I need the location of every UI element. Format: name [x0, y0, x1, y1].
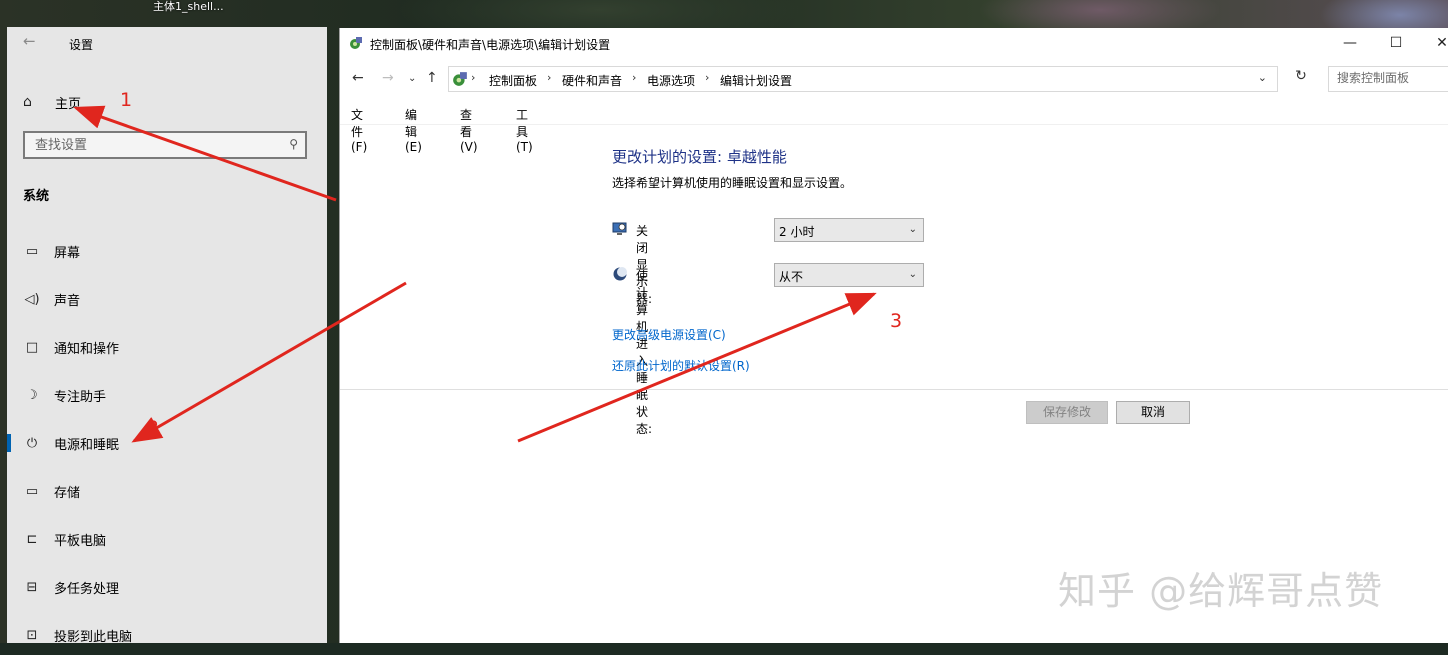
section-heading: 系统: [23, 189, 50, 204]
project-icon: ⊡: [26, 627, 38, 643]
sidebar-item-label: 平板电脑: [54, 533, 107, 549]
address-bar[interactable]: › 控制面板 › 硬件和声音 › 电源选项 › 编辑计划设置 ⌄: [448, 66, 1278, 92]
sidebar-item-tablet[interactable]: ⊏ 平板电脑: [7, 519, 327, 559]
multitask-icon: ⊟: [26, 579, 38, 595]
sidebar-item-notifications[interactable]: □ 通知和操作: [7, 327, 327, 367]
watermark: 知乎 @给辉哥点赞: [1058, 569, 1384, 613]
sleep-label: 使计算机进入睡眠状态:: [636, 269, 653, 436]
plan-description: 选择希望计算机使用的睡眠设置和显示设置。: [612, 176, 853, 190]
address-row: ← → ⌄ ↑ › 控制面板 › 硬件和声音 › 电源选项 › 编辑计划设置 ⌄…: [340, 64, 1448, 94]
settings-titlebar: ← 设置: [7, 27, 327, 59]
refresh-icon[interactable]: ↻: [1288, 68, 1314, 90]
display-off-dropdown[interactable]: 2 小时 ⌄: [774, 218, 924, 242]
sidebar-item-focus-assist[interactable]: ☽ 专注助手: [7, 375, 327, 415]
sidebar-item-label: 多任务处理: [54, 581, 120, 597]
home-icon: ⌂: [23, 94, 32, 110]
control-panel-titlebar: 控制面板\硬件和声音\电源选项\编辑计划设置 — ☐ ✕: [340, 28, 1448, 58]
menu-edit[interactable]: 编辑(E): [405, 106, 422, 154]
chevron-right-icon: ›: [632, 71, 637, 84]
annotation-step-3: 3: [890, 310, 903, 332]
tablet-icon: ⊏: [26, 531, 38, 547]
settings-window: ← 设置 ⌂ 主页 ⚲ 系统 ▭ 屏幕 ◁) 声音 □ 通知和操作 ☽ 专注助手…: [7, 27, 327, 645]
chevron-right-icon: ›: [471, 71, 476, 84]
display-off-value: 2 小时: [779, 225, 815, 239]
breadcrumb-control-panel[interactable]: 控制面板: [489, 72, 537, 89]
sidebar-item-label: 声音: [54, 293, 81, 309]
speaker-icon: ◁): [24, 291, 40, 307]
sleep-value: 从不: [779, 270, 804, 284]
home-nav-item[interactable]: ⌂ 主页: [23, 91, 81, 113]
chevron-down-icon[interactable]: ⌄: [1258, 71, 1267, 84]
settings-search[interactable]: ⚲: [23, 131, 307, 159]
search-icon[interactable]: ⚲: [289, 137, 298, 151]
minimize-icon[interactable]: —: [1327, 28, 1373, 58]
monitor-icon: ▭: [25, 243, 39, 259]
breadcrumb-power-options[interactable]: 电源选项: [647, 72, 695, 89]
sidebar-item-label: 电源和睡眠: [54, 437, 120, 453]
settings-search-input[interactable]: [25, 133, 275, 157]
menu-divider: [340, 124, 1448, 125]
forward-icon[interactable]: →: [382, 70, 394, 86]
cancel-button[interactable]: 取消: [1116, 401, 1190, 424]
chevron-down-icon: ⌄: [908, 269, 917, 280]
recent-dropdown-icon[interactable]: ⌄: [408, 73, 416, 84]
monitor-clock-icon: [612, 222, 627, 235]
moon-icon: ☽: [26, 387, 38, 403]
plan-title: 更改计划的设置: 卓越性能: [612, 148, 787, 166]
storage-icon: ▭: [25, 483, 39, 499]
sidebar-item-label: 专注助手: [54, 389, 107, 405]
sidebar-item-label: 投影到此电脑: [54, 629, 133, 645]
sidebar-item-label: 存储: [54, 485, 81, 501]
annotation-step-1: 1: [120, 89, 133, 111]
menu-file[interactable]: 文件(F): [351, 106, 367, 154]
save-button[interactable]: 保存修改: [1026, 401, 1108, 424]
menu-view[interactable]: 查看(V): [460, 106, 478, 154]
maximize-icon[interactable]: ☐: [1373, 28, 1419, 58]
moon-globe-icon: [613, 267, 627, 281]
sidebar-item-power-sleep[interactable]: ⏻ 电源和睡眠: [7, 423, 327, 463]
desktop-window-label: 主体1_shell...: [153, 0, 224, 13]
menu-tools[interactable]: 工具(T): [516, 106, 533, 154]
chevron-right-icon: ›: [705, 71, 710, 84]
sleep-dropdown[interactable]: 从不 ⌄: [774, 263, 924, 287]
control-panel-search-input[interactable]: [1329, 67, 1437, 89]
window-title: 控制面板\硬件和声音\电源选项\编辑计划设置: [370, 38, 611, 52]
up-icon[interactable]: ↑: [426, 70, 438, 86]
content-divider: [340, 389, 1448, 390]
sidebar-item-project[interactable]: ⊡ 投影到此电脑: [7, 615, 327, 655]
sidebar-item-multitasking[interactable]: ⊟ 多任务处理: [7, 567, 327, 607]
sidebar-item-label: 通知和操作: [54, 341, 120, 357]
sidebar-item-storage[interactable]: ▭ 存储: [7, 471, 327, 511]
annotation-step-2: 2: [147, 417, 160, 439]
notification-icon: □: [25, 339, 39, 355]
power-icon: ⏻: [26, 435, 38, 451]
sidebar-item-label: 屏幕: [54, 245, 81, 261]
chevron-right-icon: ›: [547, 71, 552, 84]
sidebar-item-sound[interactable]: ◁) 声音: [7, 279, 327, 319]
home-label: 主页: [55, 96, 82, 112]
control-panel-window: 控制面板\硬件和声音\电源选项\编辑计划设置 — ☐ ✕ ← → ⌄ ↑ › 控…: [339, 28, 1448, 643]
restore-defaults-link[interactable]: 还原此计划的默认设置(R): [612, 357, 750, 374]
control-panel-icon: [350, 37, 362, 49]
settings-title: 设置: [69, 38, 94, 52]
breadcrumb-edit-plan[interactable]: 编辑计划设置: [720, 72, 792, 89]
control-panel-search[interactable]: [1328, 66, 1448, 92]
back-arrow-icon[interactable]: ←: [23, 32, 36, 50]
breadcrumb-hardware-sound[interactable]: 硬件和声音: [562, 72, 622, 89]
advanced-power-settings-link[interactable]: 更改高级电源设置(C): [612, 326, 726, 343]
back-icon[interactable]: ←: [352, 70, 364, 86]
sidebar-item-display[interactable]: ▭ 屏幕: [7, 231, 327, 271]
close-icon[interactable]: ✕: [1419, 28, 1448, 58]
chevron-down-icon: ⌄: [908, 224, 917, 235]
control-panel-icon: [453, 72, 467, 86]
